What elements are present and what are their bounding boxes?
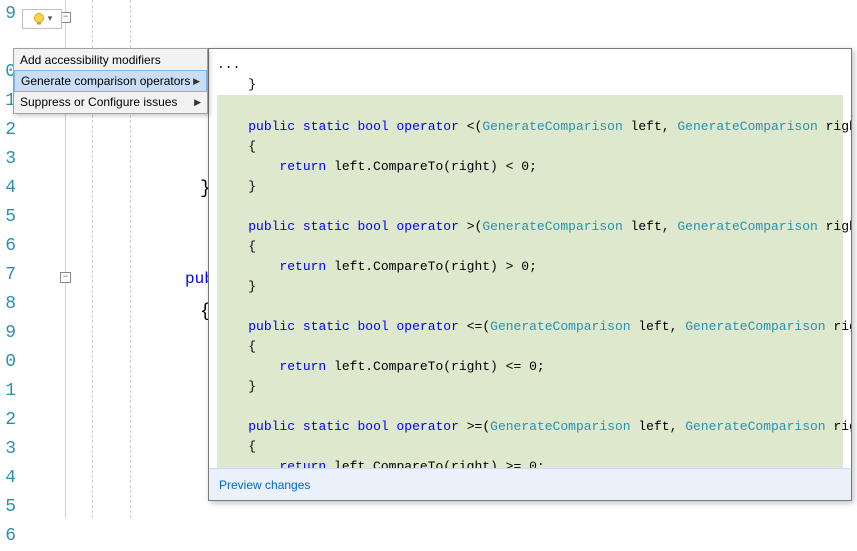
line-number: 9: [0, 0, 16, 29]
line-number: 1: [0, 377, 16, 406]
line-number: 4: [0, 464, 16, 493]
line-number: 6: [0, 522, 16, 551]
quick-actions-bulb[interactable]: ▾: [22, 9, 62, 29]
line-number: 7: [0, 261, 16, 290]
line-number: 9: [0, 319, 16, 348]
fold-toggle[interactable]: −: [60, 272, 71, 283]
line-number: 4: [0, 174, 16, 203]
line-number: 8: [0, 290, 16, 319]
dropdown-arrow-icon: ▾: [48, 14, 53, 24]
line-number: 3: [0, 145, 16, 174]
line-number: 5: [0, 203, 16, 232]
chevron-right-icon: ▶: [194, 91, 201, 113]
menu-item-label: Suppress or Configure issues: [20, 91, 177, 113]
preview-footer: Preview changes: [209, 468, 851, 500]
menu-item-label: Add accessibility modifiers: [20, 49, 161, 71]
chevron-right-icon: ▶: [193, 71, 200, 91]
line-number: 3: [0, 435, 16, 464]
preview-changes-link[interactable]: Preview changes: [219, 478, 310, 492]
menu-item-label: Generate comparison operators: [21, 71, 190, 91]
quick-actions-menu: Add accessibility modifiersGenerate comp…: [13, 48, 208, 114]
menu-item[interactable]: Add accessibility modifiers: [14, 49, 207, 71]
preview-code: ... } public static bool operator <(Gene…: [209, 49, 851, 468]
menu-item[interactable]: Generate comparison operators▶: [14, 70, 207, 92]
line-number: 0: [0, 348, 16, 377]
lightbulb-icon: [32, 12, 46, 26]
menu-item[interactable]: Suppress or Configure issues ▶: [14, 91, 207, 113]
code-editor: 901234567890123456 − − struct GenerateCo…: [0, 0, 857, 518]
line-number: 2: [0, 116, 16, 145]
code-preview-panel: ... } public static bool operator <(Gene…: [208, 48, 852, 501]
line-number: 2: [0, 406, 16, 435]
line-number: 6: [0, 232, 16, 261]
